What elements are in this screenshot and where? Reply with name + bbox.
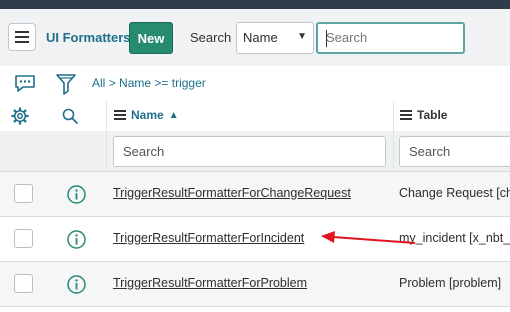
search-field-select[interactable]: Name ▼ [236,22,314,54]
column-menu-icon[interactable] [114,110,126,120]
row-checkbox[interactable] [14,229,33,248]
search-input[interactable]: Search [316,22,465,54]
column-filter-row: Search Search [0,131,510,172]
info-icon[interactable] [67,185,86,204]
search-input-placeholder: Search [326,30,368,45]
column-header-table[interactable]: Table [400,108,447,122]
record-table: Problem [problem] [399,276,502,290]
column-menu-icon[interactable] [400,110,412,120]
breadcrumb-separator: > [108,76,116,90]
column-header-row: Name ▲ Table [0,101,510,131]
new-button[interactable]: New [129,22,173,54]
record-name-link[interactable]: TriggerResultFormatterForChangeRequest [113,186,351,200]
top-banner [0,0,510,9]
table-row: TriggerResultFormatterForChangeRequest C… [0,172,510,217]
search-label: Search [190,30,232,45]
chat-icon[interactable] [14,75,36,93]
breadcrumb-condition[interactable]: Name >= trigger [119,76,206,90]
info-icon[interactable] [67,275,86,294]
text-cursor [326,30,327,47]
record-name-link[interactable]: TriggerResultFormatterForIncident [113,231,304,245]
column-divider [393,101,394,171]
column-header-name-label: Name [131,108,164,122]
sort-ascending-icon: ▲ [168,109,179,121]
filter-icon[interactable] [56,73,76,95]
row-checkbox[interactable] [14,274,33,293]
record-name-link[interactable]: TriggerResultFormatterForProblem [113,276,307,290]
table-row: TriggerResultFormatterForIncident my_inc… [0,217,510,262]
table-row: TriggerResultFormatterForProblem Problem… [0,262,510,307]
info-icon[interactable] [67,230,86,249]
breadcrumb-all[interactable]: All [92,76,105,90]
search-icon[interactable] [62,108,79,125]
dropdown-caret-icon: ▼ [297,31,307,42]
row-checkbox[interactable] [14,184,33,203]
list-toolbar: UI Formatters New Search Name ▼ Search [0,9,510,67]
record-table: my_incident [x_nbt_ [399,231,510,245]
breadcrumb: All > Name >= trigger [92,76,206,90]
breadcrumb-bar: All > Name >= trigger [0,66,510,101]
name-filter-placeholder: Search [123,144,165,159]
list-title: UI Formatters [46,30,131,45]
column-header-name[interactable]: Name ▲ [114,108,179,122]
name-filter-input[interactable]: Search [113,136,386,167]
search-field-value: Name [243,30,278,45]
table-filter-input[interactable]: Search [399,136,510,167]
list-menu-button[interactable] [8,23,36,51]
hamburger-icon [15,31,29,43]
column-header-table-label: Table [417,108,448,122]
column-divider [106,101,107,171]
record-table: Change Request [cha [399,186,510,200]
gear-icon[interactable] [11,107,29,125]
table-filter-placeholder: Search [409,144,451,159]
